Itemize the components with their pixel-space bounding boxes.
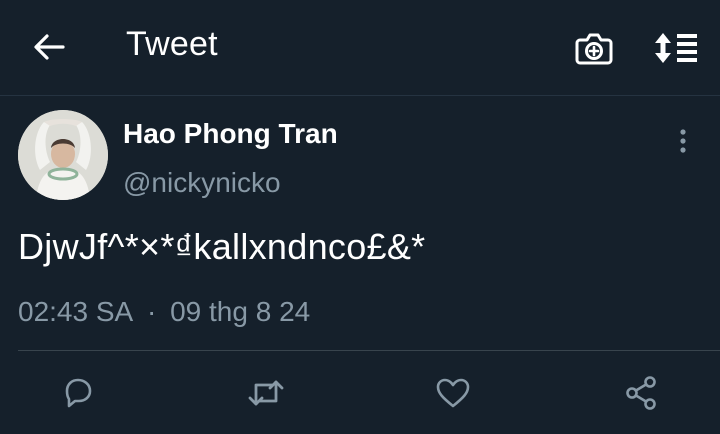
tweet-date: 09 thg 8 24	[170, 296, 311, 327]
arrow-left-icon	[34, 34, 65, 60]
meta-separator: ·	[146, 296, 157, 327]
author-display-name[interactable]: Hao Phong Tran	[123, 118, 338, 150]
back-button[interactable]	[26, 26, 72, 68]
tweet-time: 02:43 SA	[18, 296, 134, 327]
reply-icon	[65, 378, 92, 408]
top-app-bar: Tweet	[0, 0, 720, 96]
more-vertical-icon	[680, 129, 686, 153]
reply-button[interactable]	[53, 370, 103, 416]
camera-plus-icon	[575, 33, 613, 65]
like-heart-icon	[436, 378, 470, 408]
tweet-timestamp: 02:43 SA · 09 thg 8 24	[18, 296, 310, 328]
like-button[interactable]	[428, 370, 478, 416]
author-avatar[interactable]	[18, 110, 108, 200]
share-button[interactable]	[616, 370, 666, 416]
share-icon	[626, 376, 656, 410]
retweet-icon	[248, 380, 284, 406]
author-handle[interactable]: @nickynicko	[123, 167, 281, 199]
sort-list-icon	[655, 33, 697, 63]
divider	[18, 350, 720, 351]
retweet-button[interactable]	[241, 370, 291, 416]
camera-button[interactable]	[570, 27, 618, 69]
avatar-photo	[18, 110, 108, 200]
more-options-button[interactable]	[668, 124, 698, 158]
tweet-text: DjwJf^*×*₫kallxndnco£&*	[18, 226, 426, 267]
sort-button[interactable]	[650, 27, 702, 69]
page-title: Tweet	[126, 25, 218, 63]
